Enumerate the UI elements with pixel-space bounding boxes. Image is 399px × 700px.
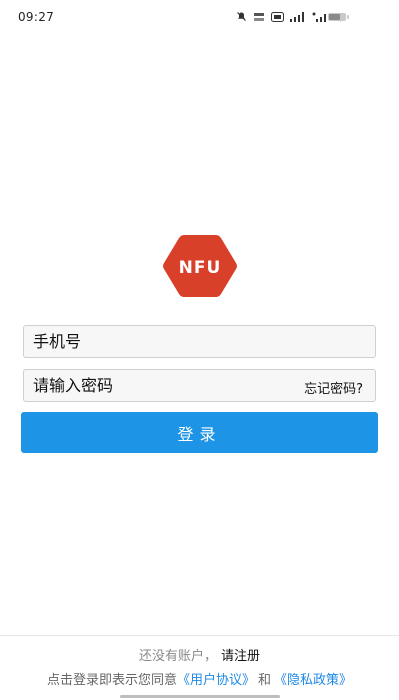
battery-level <box>329 14 340 20</box>
register-line: 还没有账户， 请注册 <box>0 645 399 664</box>
mute-icon <box>237 12 246 21</box>
register-link[interactable]: 请注册 <box>221 649 260 664</box>
nfu-logo: NFU <box>162 233 238 299</box>
agreement-and: 和 <box>258 673 272 688</box>
agreement-line: 点击登录即表示您同意《用户协议》和《隐私政策》 <box>0 669 399 688</box>
footer-divider <box>0 635 399 636</box>
user-agreement-link[interactable]: 《用户协议》 <box>177 673 255 688</box>
network-speed-icon <box>254 12 264 21</box>
login-button[interactable]: 登录 <box>21 412 378 453</box>
logo-hexagon: NFU <box>163 235 237 297</box>
logo-text: NFU <box>179 258 222 278</box>
signal-icon-1 <box>290 11 304 22</box>
privacy-policy-link[interactable]: 《隐私政策》 <box>274 673 352 688</box>
password-field[interactable]: 忘记密码? <box>23 369 376 402</box>
status-bar: 09:27 <box>0 0 399 36</box>
register-prompt: 还没有账户， <box>138 649 217 664</box>
password-input[interactable] <box>33 370 283 401</box>
forgot-password-link[interactable]: 忘记密码? <box>304 378 363 397</box>
phone-input[interactable] <box>33 326 363 357</box>
agreement-prefix: 点击登录即表示您同意 <box>46 673 177 688</box>
login-page: 09:27 NFU 手机号 忘记密码? 登录 还没有账户， 请注册 点击登录即表… <box>0 0 399 700</box>
signal-icon-2 <box>312 12 326 22</box>
status-time: 09:27 <box>18 10 55 24</box>
phone-field[interactable] <box>23 325 376 358</box>
hd-icon <box>271 11 284 22</box>
battery-icon <box>328 13 349 21</box>
home-indicator[interactable] <box>120 695 280 698</box>
